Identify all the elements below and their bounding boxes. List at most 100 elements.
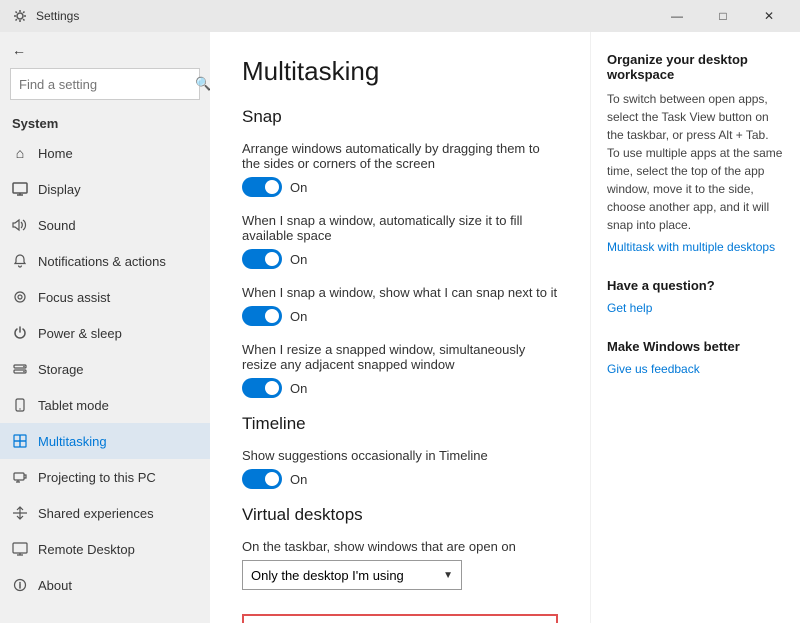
sidebar-item-power[interactable]: Power & sleep — [0, 315, 210, 351]
snap-toggle-label-1: On — [290, 252, 307, 267]
minimize-button[interactable]: — — [654, 0, 700, 32]
organize-title: Organize your desktop workspace — [607, 52, 784, 82]
question-section: Have a question? Get help — [607, 278, 784, 315]
sidebar-item-label: Display — [38, 182, 81, 197]
sound-icon — [12, 217, 28, 233]
organize-text: To switch between open apps, select the … — [607, 90, 784, 234]
snap-description-3: When I resize a snapped window, simultan… — [242, 342, 558, 372]
snap-toggle-1[interactable] — [242, 249, 282, 269]
alt-tab-highlight-box: Pressing Alt+Tab shows windows that are … — [242, 614, 558, 623]
snap-toggle-row-3: On — [242, 378, 558, 398]
virtual-desktops-section-title: Virtual desktops — [242, 505, 558, 525]
sidebar-item-label: Storage — [38, 362, 84, 377]
timeline-toggle-label-0: On — [290, 472, 307, 487]
sidebar-item-tablet[interactable]: Tablet mode — [0, 387, 210, 423]
multitasking-icon — [12, 433, 28, 449]
search-input[interactable] — [19, 77, 195, 92]
title-bar-controls: — □ ✕ — [654, 0, 792, 32]
display-icon — [12, 181, 28, 197]
sidebar-nav-top: ← — [0, 32, 210, 68]
title-bar-title: Settings — [36, 9, 79, 23]
sidebar-item-label: Remote Desktop — [38, 542, 135, 557]
search-box[interactable]: 🔍 — [10, 68, 200, 100]
snap-toggle-0[interactable] — [242, 177, 282, 197]
sidebar-item-label: Tablet mode — [38, 398, 109, 413]
right-panel: Organize your desktop workspace To switc… — [590, 32, 800, 623]
sidebar-item-about[interactable]: About — [0, 567, 210, 603]
sidebar-item-label: Focus assist — [38, 290, 110, 305]
taskbar-dropdown-arrow: ▼ — [443, 570, 453, 581]
snap-toggle-3[interactable] — [242, 378, 282, 398]
sidebar-item-label: Notifications & actions — [38, 254, 166, 269]
sidebar-item-label: Power & sleep — [38, 326, 122, 341]
taskbar-label: On the taskbar, show windows that are op… — [242, 539, 558, 554]
sidebar-item-display[interactable]: Display — [0, 171, 210, 207]
sidebar-item-sound[interactable]: Sound — [0, 207, 210, 243]
snap-toggle-2[interactable] — [242, 306, 282, 326]
shared-icon — [12, 505, 28, 521]
system-section-label: System — [0, 108, 210, 135]
sidebar-item-notifications[interactable]: Notifications & actions — [0, 243, 210, 279]
timeline-setting-0: Show suggestions occasionally in Timelin… — [242, 448, 558, 489]
sidebar-item-label: Multitasking — [38, 434, 107, 449]
title-bar: Settings — □ ✕ — [0, 0, 800, 32]
taskbar-dropdown[interactable]: Only the desktop I'm using ▼ — [242, 560, 462, 590]
page-title: Multitasking — [242, 56, 558, 87]
projecting-icon — [12, 469, 28, 485]
snap-toggle-row-0: On — [242, 177, 558, 197]
sidebar-item-label: Shared experiences — [38, 506, 154, 521]
snap-description-1: When I snap a window, automatically size… — [242, 213, 558, 243]
about-icon — [12, 577, 28, 593]
sidebar-item-focus[interactable]: Focus assist — [0, 279, 210, 315]
snap-toggle-label-3: On — [290, 381, 307, 396]
remote-icon — [12, 541, 28, 557]
back-button[interactable]: ← — [12, 42, 26, 58]
improve-section: Make Windows better Give us feedback — [607, 339, 784, 376]
tablet-icon — [12, 397, 28, 413]
feedback-link[interactable]: Give us feedback — [607, 362, 784, 376]
timeline-toggle-row-0: On — [242, 469, 558, 489]
maximize-button[interactable]: □ — [700, 0, 746, 32]
sidebar-item-label: About — [38, 578, 72, 593]
organize-link[interactable]: Multitask with multiple desktops — [607, 240, 784, 254]
sidebar-item-storage[interactable]: Storage — [0, 351, 210, 387]
snap-description-2: When I snap a window, show what I can sn… — [242, 285, 558, 300]
home-icon: ⌂ — [12, 145, 28, 161]
taskbar-dropdown-value: Only the desktop I'm using — [251, 568, 404, 583]
sidebar-item-home[interactable]: ⌂ Home — [0, 135, 210, 171]
timeline-section-title: Timeline — [242, 414, 558, 434]
notifications-icon — [12, 253, 28, 269]
snap-toggle-label-0: On — [290, 180, 307, 195]
timeline-description-0: Show suggestions occasionally in Timelin… — [242, 448, 558, 463]
sidebar-item-label: Home — [38, 146, 73, 161]
improve-title: Make Windows better — [607, 339, 784, 354]
snap-setting-0: Arrange windows automatically by draggin… — [242, 141, 558, 197]
main-content: Multitasking Snap Arrange windows automa… — [210, 32, 590, 623]
get-help-link[interactable]: Get help — [607, 301, 784, 315]
snap-description-0: Arrange windows automatically by draggin… — [242, 141, 558, 171]
snap-toggle-label-2: On — [290, 309, 307, 324]
app-body: ← 🔍 System ⌂ Home Display Sound — [0, 32, 800, 623]
snap-setting-1: When I snap a window, automatically size… — [242, 213, 558, 269]
sidebar: ← 🔍 System ⌂ Home Display Sound — [0, 32, 210, 623]
close-button[interactable]: ✕ — [746, 0, 792, 32]
sidebar-item-label: Sound — [38, 218, 76, 233]
sidebar-item-shared[interactable]: Shared experiences — [0, 495, 210, 531]
focus-icon — [12, 289, 28, 305]
snap-toggle-row-1: On — [242, 249, 558, 269]
sidebar-item-multitasking[interactable]: Multitasking — [0, 423, 210, 459]
settings-window-icon — [12, 8, 28, 24]
sidebar-item-projecting[interactable]: Projecting to this PC — [0, 459, 210, 495]
search-icon: 🔍 — [195, 76, 210, 92]
title-bar-left: Settings — [12, 8, 79, 24]
sidebar-item-label: Projecting to this PC — [38, 470, 156, 485]
taskbar-setting: On the taskbar, show windows that are op… — [242, 539, 558, 590]
storage-icon — [12, 361, 28, 377]
power-icon — [12, 325, 28, 341]
snap-setting-3: When I resize a snapped window, simultan… — [242, 342, 558, 398]
timeline-toggle-0[interactable] — [242, 469, 282, 489]
snap-section-title: Snap — [242, 107, 558, 127]
snap-setting-2: When I snap a window, show what I can sn… — [242, 285, 558, 326]
sidebar-item-remote[interactable]: Remote Desktop — [0, 531, 210, 567]
question-title: Have a question? — [607, 278, 784, 293]
